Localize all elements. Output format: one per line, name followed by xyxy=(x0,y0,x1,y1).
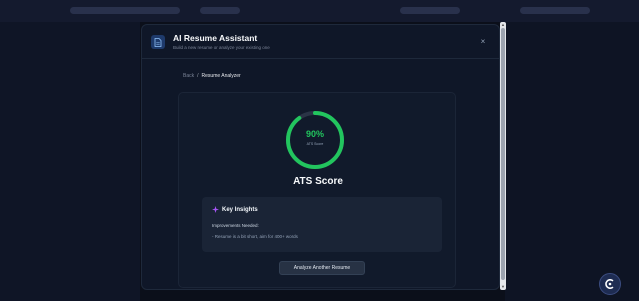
ats-score-heading: ATS Score xyxy=(293,176,343,187)
background-left-panel xyxy=(0,22,140,301)
close-button[interactable]: × xyxy=(477,36,489,48)
ats-score-gauge xyxy=(286,111,344,169)
modal-title: AI Resume Assistant xyxy=(173,33,258,43)
ats-score-gauge-label: ATS Score xyxy=(306,142,324,146)
scroll-up-arrow-icon[interactable]: ▲ xyxy=(500,22,506,27)
background-blur-element xyxy=(70,7,180,14)
document-icon xyxy=(151,35,165,49)
key-insights-title: Key Insights xyxy=(222,207,258,213)
background-topbar xyxy=(0,0,639,22)
resume-assistant-modal: AI Resume Assistant Build a new resume o… xyxy=(141,24,500,290)
analyzer-results-card: 90% ATS Score ATS Score Key Insights Imp… xyxy=(178,92,456,288)
background-right-panel xyxy=(505,22,639,301)
scrollbar-thumb[interactable] xyxy=(501,28,505,280)
analyze-another-resume-button[interactable]: Analyze Another Resume xyxy=(279,261,365,275)
scrollbar[interactable]: ▲ ▼ xyxy=(500,22,506,290)
breadcrumb: Back / Resume Analyzer xyxy=(183,73,241,79)
ats-score-value: 90% xyxy=(305,129,324,139)
breadcrumb-back-link[interactable]: Back xyxy=(183,73,194,79)
breadcrumb-current: Resume Analyzer xyxy=(201,73,241,79)
background-blur-element xyxy=(520,7,590,14)
modal-header: AI Resume Assistant Build a new resume o… xyxy=(142,25,499,59)
assistant-icon xyxy=(605,279,614,289)
breadcrumb-separator: / xyxy=(197,73,199,79)
modal-subtitle: Build a new resume or analyze your exist… xyxy=(173,45,270,50)
background-blur-element xyxy=(200,7,240,14)
scroll-down-arrow-icon[interactable]: ▼ xyxy=(500,284,506,289)
assistant-fab-button[interactable] xyxy=(599,273,621,295)
improvements-heading: Improvements Needed: xyxy=(212,223,259,228)
insight-item: - Resume is a bit short, aim for 400+ wo… xyxy=(212,234,298,239)
background-blur-element xyxy=(400,7,460,14)
gauge-progress-arc xyxy=(286,111,344,169)
sparkle-icon xyxy=(212,206,219,215)
key-insights-panel: Key Insights Improvements Needed: - Resu… xyxy=(202,197,442,252)
